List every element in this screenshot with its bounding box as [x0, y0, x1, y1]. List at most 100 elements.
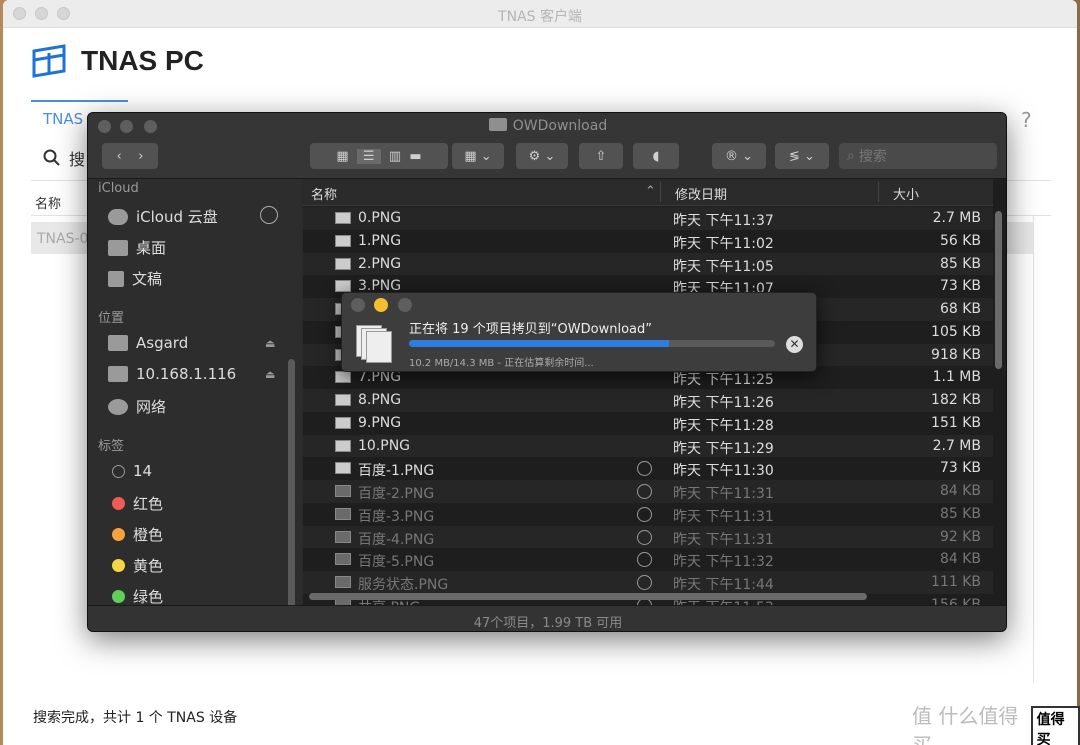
column-header-date[interactable]: 修改日期	[675, 184, 727, 203]
dialog-close-button[interactable]	[351, 298, 365, 312]
watermark-text: 值 什么值得买	[912, 704, 1019, 745]
search-label: 搜	[69, 150, 86, 169]
finder-toolbar: OWDownload ‹ › ▦ ☰ ▥ ▬ ▦ ⌄ ⚙ ⌄ ⇧ ◖ ® ⌄ ≶…	[88, 113, 1006, 179]
share-button[interactable]: ⇧	[579, 143, 623, 169]
sidebar-item-icloud-drive[interactable]: iCloud 云盘	[108, 206, 218, 227]
sync-status-icon	[637, 506, 652, 522]
sync-status-icon	[637, 552, 652, 568]
list-view-icon[interactable]: ☰	[356, 148, 381, 164]
file-row[interactable]: 百度-4.PNG 昨天 下午11:31 92 KB	[303, 525, 993, 549]
finder-status-bar: 47个项目，1.99 TB 可用	[88, 605, 1006, 631]
gallery-view-icon[interactable]: ▬	[409, 149, 421, 164]
sidebar-item-network[interactable]: 网络	[108, 396, 166, 417]
group-button[interactable]: ▦ ⌄	[452, 143, 504, 169]
file-name: 百度-3.PNG	[358, 508, 435, 525]
sync-status-icon	[637, 575, 652, 590]
file-date: 昨天 下午11:30	[673, 463, 774, 480]
sidebar-tag[interactable]: 红色	[112, 493, 163, 514]
dialog-minimize-button[interactable]	[374, 298, 388, 312]
list-header: 名称 ⌃ 修改日期 大小	[303, 179, 993, 206]
file-row[interactable]: 2.PNG 昨天 下午11:05 85 KB	[303, 252, 993, 276]
image-file-icon	[335, 394, 351, 406]
sidebar-section-tags: 标签	[98, 439, 125, 454]
column-divider[interactable]	[660, 182, 661, 202]
column-header-name[interactable]: 名称	[311, 184, 337, 203]
tag-dot-icon	[112, 559, 125, 572]
eject-icon[interactable]: ⏏	[265, 337, 275, 350]
tnas-logo-icon	[32, 44, 66, 78]
file-size: 85 KB	[939, 505, 981, 522]
column-header-name[interactable]: 名称	[35, 193, 61, 212]
sync-button[interactable]: ≶ ⌄	[775, 143, 829, 169]
tag-dot-icon	[112, 497, 125, 510]
sidebar-item-server[interactable]: 10.168.1.116	[108, 365, 236, 383]
sync-icon: ≶ ⌄	[789, 148, 815, 164]
file-size: 182 KB	[931, 392, 981, 408]
tag-button[interactable]: ◖	[633, 143, 679, 169]
dialog-zoom-button[interactable]	[398, 298, 412, 312]
file-size: 2.7 MB	[932, 437, 981, 454]
sidebar-tag[interactable]: 黄色	[112, 555, 163, 576]
registered-button[interactable]: ® ⌄	[712, 143, 766, 169]
cancel-copy-button[interactable]: ✕	[786, 336, 803, 353]
sidebar-item-desktop[interactable]: 桌面	[108, 237, 166, 258]
column-header-size[interactable]: 大小	[893, 184, 919, 203]
sidebar-tag[interactable]: 绿色	[112, 586, 163, 607]
scrollbar-track[interactable]	[1033, 215, 1051, 683]
file-row[interactable]: 8.PNG 昨天 下午11:26 182 KB	[303, 389, 993, 412]
search-row[interactable]: 搜	[43, 146, 85, 170]
window-title: TNAS 客户端	[498, 9, 582, 25]
sync-status-icon	[637, 484, 652, 499]
sidebar-item-label: Asgard	[136, 334, 189, 352]
file-name: 8.PNG	[358, 392, 402, 408]
file-size: 84 KB	[939, 483, 981, 499]
tab-tnas[interactable]: TNAS	[43, 110, 83, 128]
icon-view-icon[interactable]: ▦	[336, 149, 348, 164]
file-row[interactable]: 百度-2.PNG 昨天 下午11:31 84 KB	[303, 480, 993, 503]
sidebar-tag[interactable]: 橙色	[112, 524, 163, 545]
file-size: 68 KB	[939, 301, 981, 317]
tag-label: 绿色	[133, 588, 164, 606]
tag-dot-icon	[112, 590, 125, 603]
image-file-icon	[335, 257, 351, 270]
view-mode-buttons[interactable]: ▦ ☰ ▥ ▬	[310, 143, 448, 169]
chevron-right-icon[interactable]: ›	[138, 149, 143, 164]
horizontal-scrollbar[interactable]	[309, 593, 867, 600]
file-row[interactable]: 10.PNG 昨天 下午11:29 2.7 MB	[303, 434, 993, 458]
sidebar-tag[interactable]: 14	[112, 462, 152, 480]
search-icon	[43, 149, 60, 166]
file-row[interactable]: 1.PNG 昨天 下午11:02 56 KB	[303, 230, 993, 253]
sort-chevron-up-icon[interactable]: ⌃	[645, 184, 656, 199]
eject-icon[interactable]: ⏏	[265, 368, 275, 381]
file-row[interactable]: 百度-1.PNG 昨天 下午11:30 73 KB	[303, 457, 993, 480]
file-size: 2.7 MB	[932, 210, 981, 226]
tab-underline	[31, 100, 128, 102]
tag-icon: ◖	[652, 148, 660, 164]
column-divider[interactable]	[878, 182, 879, 202]
finder-window: OWDownload ‹ › ▦ ☰ ▥ ▬ ▦ ⌄ ⚙ ⌄ ⇧ ◖ ® ⌄ ≶…	[87, 112, 1007, 632]
image-file-icon	[335, 485, 351, 497]
sidebar-item-asgard[interactable]: Asgard	[108, 334, 188, 352]
file-row[interactable]: 百度-3.PNG 昨天 下午11:31 85 KB	[303, 503, 993, 526]
back-forward-buttons[interactable]: ‹ ›	[102, 143, 158, 169]
sidebar-scrollbar[interactable]	[288, 359, 295, 619]
sync-status-icon	[637, 461, 652, 477]
search-icon: ⌕	[847, 148, 855, 164]
column-view-icon[interactable]: ▥	[389, 149, 401, 164]
help-button[interactable]: ?	[1021, 108, 1032, 132]
tag-dot-icon	[112, 464, 125, 478]
vertical-scrollbar[interactable]	[995, 211, 1002, 369]
file-row[interactable]: 0.PNG 昨天 下午11:37 2.7 MB	[303, 207, 993, 230]
tag-label: 橙色	[133, 526, 164, 544]
file-row[interactable]: 服务状态.PNG 昨天 下午11:44 111 KB	[303, 571, 993, 594]
registered-icon: ® ⌄	[724, 148, 754, 164]
tag-dot-icon	[112, 528, 125, 541]
file-name: 百度-5.PNG	[358, 554, 435, 571]
chevron-left-icon[interactable]: ‹	[117, 149, 122, 164]
file-row[interactable]: 百度-5.PNG 昨天 下午11:32 84 KB	[303, 548, 993, 571]
sidebar-item-documents[interactable]: 文稿	[108, 268, 162, 289]
file-row[interactable]: 9.PNG 昨天 下午11:28 151 KB	[303, 412, 993, 435]
tag-label: 红色	[133, 495, 164, 513]
action-button[interactable]: ⚙ ⌄	[516, 143, 568, 169]
finder-search-field[interactable]: ⌕ 搜索	[839, 143, 997, 169]
